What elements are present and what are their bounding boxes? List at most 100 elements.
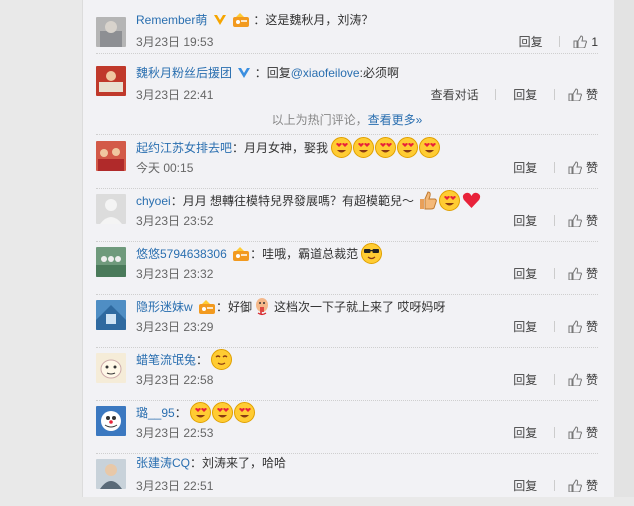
timestamp: 3月23日 23:29 bbox=[136, 320, 214, 334]
like-label: 赞 bbox=[585, 161, 598, 175]
username[interactable]: 起约江苏女排去吧 bbox=[136, 141, 232, 155]
view-dialog-button[interactable]: 查看对话 bbox=[431, 86, 479, 103]
reply-button[interactable]: 回复 bbox=[519, 33, 543, 50]
comment-text: ：刘涛来了，哈哈 bbox=[190, 456, 287, 470]
username[interactable]: 张建涛CQ bbox=[136, 456, 190, 470]
timestamp: 3月23日 23:52 bbox=[136, 214, 214, 228]
comment-item: 悠悠5794638306 ：哇哦，霸道总裁范 3月23日 23:32 回复 赞 bbox=[96, 241, 598, 295]
comment-item: 隐形迷妹w ：好御 这档次一下子就上来了 哎呀妈呀 3月23日 23:29 回复 … bbox=[96, 294, 598, 348]
comment-text: ：月月女神，娶我 bbox=[232, 141, 329, 155]
like-button[interactable]: 1 bbox=[573, 35, 598, 51]
see-more-link[interactable]: 查看更多» bbox=[368, 113, 423, 127]
avatar[interactable] bbox=[96, 459, 126, 489]
emoji-row bbox=[331, 137, 441, 158]
comment-item: 张建涛CQ：刘涛来了，哈哈 3月23日 22:51 回复 赞 bbox=[96, 453, 598, 506]
like-button[interactable]: 赞 bbox=[568, 212, 598, 230]
username[interactable]: 隐形迷妹w bbox=[136, 300, 193, 314]
reply-button[interactable]: 回复 bbox=[513, 477, 537, 494]
member-hat-icon bbox=[232, 13, 250, 31]
heart-eyes-emoji-icon bbox=[212, 402, 234, 427]
comment-text: ： bbox=[196, 353, 209, 367]
thumbs-up-icon bbox=[568, 88, 582, 104]
divider bbox=[553, 374, 555, 385]
comment-text: 这档次一下子就上来了 哎呀妈呀 bbox=[274, 300, 446, 314]
avatar[interactable] bbox=[96, 353, 126, 383]
divider-text: 以上为热门评论， bbox=[271, 113, 368, 127]
like-count: 1 bbox=[591, 35, 598, 49]
username[interactable]: 悠悠5794638306 bbox=[136, 247, 227, 261]
comment-item: Remember萌 ：这是魏秋月，刘涛？ 3月23日 19:53 回复 1 bbox=[96, 0, 598, 54]
username[interactable]: Remember萌 bbox=[136, 13, 207, 27]
comment-text-prefix: ：好御 bbox=[216, 300, 253, 314]
thumbs-up-icon bbox=[568, 267, 582, 283]
divider bbox=[494, 89, 496, 100]
comment-item: 起约江苏女排去吧：月月女神，娶我 今天 00:15 回复 赞 bbox=[96, 135, 598, 189]
divider bbox=[553, 480, 555, 491]
heart-icon bbox=[461, 190, 482, 215]
emoji-row bbox=[190, 402, 256, 423]
thumbs-up-icon bbox=[568, 373, 582, 389]
reply-button[interactable]: 回复 bbox=[513, 318, 537, 335]
heart-eyes-emoji-icon bbox=[353, 137, 375, 162]
like-label: 赞 bbox=[585, 320, 598, 334]
comment-text: ：月月 想轉往模特兒界發展嗎？有超模範兒～ bbox=[170, 194, 415, 208]
emoji-row bbox=[417, 190, 483, 211]
reply-button[interactable]: 回复 bbox=[513, 424, 537, 441]
like-button[interactable]: 赞 bbox=[568, 318, 598, 336]
reply-button[interactable]: 回复 bbox=[513, 159, 537, 176]
like-button[interactable]: 赞 bbox=[568, 477, 598, 495]
gold-verified-icon bbox=[213, 14, 227, 30]
divider bbox=[558, 36, 560, 47]
member-hat-icon bbox=[232, 247, 250, 265]
like-button[interactable]: 赞 bbox=[568, 371, 598, 389]
comment-text: ：这是魏秋月，刘涛？ bbox=[253, 13, 374, 27]
username[interactable]: 蜡笔流氓兔 bbox=[136, 353, 196, 367]
scrollbar-track[interactable] bbox=[614, 0, 634, 497]
hot-comments-divider: 以上为热门评论，查看更多» bbox=[96, 110, 598, 135]
reply-button[interactable]: 回复 bbox=[513, 212, 537, 229]
avatar[interactable] bbox=[96, 247, 126, 277]
avatar[interactable] bbox=[96, 406, 126, 436]
divider bbox=[553, 215, 555, 226]
comment-item: 蜡笔流氓兔： 3月23日 22:58 回复 赞 bbox=[96, 347, 598, 401]
thumbs-up-icon bbox=[568, 214, 582, 230]
heart-eyes-emoji-icon bbox=[234, 402, 256, 427]
thumbs-up-icon bbox=[568, 426, 582, 442]
comment-text: ：哇哦，霸道总裁范 bbox=[250, 247, 359, 261]
like-button[interactable]: 赞 bbox=[568, 86, 598, 104]
avatar[interactable] bbox=[96, 17, 126, 47]
nosebleed-emoji-icon bbox=[252, 296, 273, 321]
timestamp: 3月23日 22:41 bbox=[136, 88, 214, 102]
heart-eyes-emoji-icon bbox=[439, 190, 461, 215]
comment-item: 璐__95： 3月23日 22:53 回复 赞 bbox=[96, 400, 598, 454]
thumbs-up-emoji-icon bbox=[417, 190, 438, 215]
mention-link[interactable]: @xiaofeilove bbox=[291, 66, 360, 80]
like-button[interactable]: 赞 bbox=[568, 424, 598, 442]
username[interactable]: 璐__95 bbox=[136, 406, 175, 420]
thumbs-up-icon bbox=[568, 479, 582, 495]
timestamp: 3月23日 22:51 bbox=[136, 479, 214, 493]
reply-button[interactable]: 回复 bbox=[513, 86, 537, 103]
blue-verified-icon bbox=[237, 67, 251, 83]
avatar[interactable] bbox=[96, 194, 126, 224]
thumbs-up-icon bbox=[568, 161, 582, 177]
like-label: 赞 bbox=[585, 373, 598, 387]
like-button[interactable]: 赞 bbox=[568, 159, 598, 177]
avatar[interactable] bbox=[96, 300, 126, 330]
like-button[interactable]: 赞 bbox=[568, 265, 598, 283]
heart-eyes-emoji-icon bbox=[397, 137, 419, 162]
reply-button[interactable]: 回复 bbox=[513, 371, 537, 388]
username[interactable]: 魏秋月粉丝后援团 bbox=[136, 66, 232, 80]
reply-button[interactable]: 回复 bbox=[513, 265, 537, 282]
timestamp: 今天 00:15 bbox=[136, 161, 194, 175]
timestamp: 3月23日 23:32 bbox=[136, 267, 214, 281]
avatar[interactable] bbox=[96, 66, 126, 96]
divider bbox=[553, 268, 555, 279]
comment-text-prefix: ：回复 bbox=[254, 66, 291, 80]
like-label: 赞 bbox=[585, 88, 598, 102]
like-label: 赞 bbox=[585, 426, 598, 440]
username[interactable]: chyoei bbox=[136, 194, 171, 208]
heart-eyes-emoji-icon bbox=[419, 137, 441, 162]
avatar[interactable] bbox=[96, 141, 126, 171]
heart-eyes-emoji-icon bbox=[375, 137, 397, 162]
